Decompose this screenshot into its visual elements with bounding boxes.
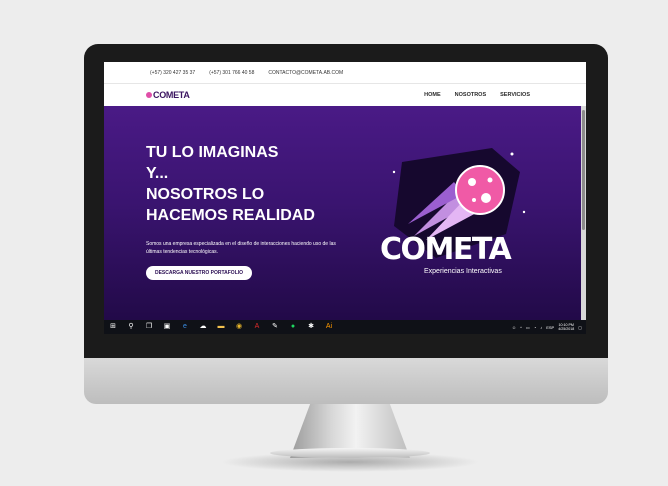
clock-date: 4/25/2018 xyxy=(558,327,575,331)
store-icon[interactable]: ▣ xyxy=(163,323,171,331)
download-portfolio-button[interactable]: DESCARGA NUESTRO PORTAFOLIO xyxy=(146,266,252,280)
site-logo-text: COMETA xyxy=(153,90,190,100)
spotify-icon[interactable]: ● xyxy=(289,323,297,331)
battery-icon[interactable]: ▭ xyxy=(526,325,530,330)
file-explorer-icon[interactable]: ▬ xyxy=(217,323,225,331)
language-indicator[interactable]: ESP xyxy=(546,325,554,330)
acrobat-icon[interactable]: A xyxy=(253,323,261,331)
illustrator-icon[interactable]: Ai xyxy=(325,323,333,331)
nav-link-nosotros[interactable]: NOSOTROS xyxy=(455,92,486,98)
hero-title: TU LO IMAGINAS Y... NOSOTROS LO HACEMOS … xyxy=(146,142,336,226)
contact-bar: (+57) 320 427 35 37 (+57) 301 766 40 58 … xyxy=(104,62,586,84)
chevron-up-icon[interactable]: ^ xyxy=(520,325,522,330)
brand-wordmark: COMETA xyxy=(380,232,512,267)
hero-title-line-2: Y... xyxy=(146,165,169,182)
contact-phone-1[interactable]: (+57) 320 427 35 37 xyxy=(150,70,195,76)
hero-title-line-3: NOSOTROS LO xyxy=(146,186,265,203)
hero-section: TU LO IMAGINAS Y... NOSOTROS LO HACEMOS … xyxy=(104,106,581,320)
notifications-icon[interactable]: ▢ xyxy=(578,325,582,330)
nav-link-servicios[interactable]: SERVICIOS xyxy=(500,92,530,98)
contact-phone-2[interactable]: (+57) 301 766 40 58 xyxy=(209,70,254,76)
cloud-icon[interactable]: ☁ xyxy=(199,323,207,331)
page-scrollbar-thumb[interactable] xyxy=(582,110,585,230)
site-logo[interactable]: COMETA xyxy=(146,89,190,101)
edge-browser-icon[interactable]: e xyxy=(181,323,189,331)
wifi-icon[interactable]: ◔ xyxy=(534,325,536,330)
volume-icon[interactable]: ♪ xyxy=(540,325,542,330)
hero-title-line-4: HACEMOS REALIDAD xyxy=(146,207,315,224)
brand-subtitle: Experiencias Interactivas xyxy=(424,268,502,275)
task-view-icon[interactable]: ❐ xyxy=(145,323,153,331)
paint-icon[interactable]: ✎ xyxy=(271,323,279,331)
people-icon[interactable]: ☺ xyxy=(512,325,516,330)
search-icon[interactable]: ⚲ xyxy=(127,323,135,331)
windows-taskbar: ⊞ ⚲ ❐ ▣ e ☁ ▬ ◉ A ✎ ● ✱ Ai ☺ ^ ▭ ◔ ♪ ESP… xyxy=(104,320,586,334)
contact-email[interactable]: CONTACTO@COMETA.AB.COM xyxy=(268,70,343,76)
main-navbar: COMETA HOME NOSOTROS SERVICIOS xyxy=(104,84,586,106)
nav-links: HOME NOSOTROS SERVICIOS xyxy=(424,84,530,106)
system-tray: ☺ ^ ▭ ◔ ♪ ESP 10:10 PM 4/25/2018 ▢ xyxy=(512,320,582,334)
settings-icon[interactable]: ✱ xyxy=(307,323,315,331)
hero-title-line-1: TU LO IMAGINAS xyxy=(146,144,279,161)
nav-link-home[interactable]: HOME xyxy=(424,92,441,98)
monitor-screen: (+57) 320 427 35 37 (+57) 301 766 40 58 … xyxy=(104,62,586,334)
windows-start-icon[interactable]: ⊞ xyxy=(109,323,117,331)
chrome-icon[interactable]: ◉ xyxy=(235,323,243,331)
comet-logo-icon xyxy=(146,92,152,98)
monitor-chin xyxy=(84,358,608,404)
taskbar-clock[interactable]: 10:10 PM 4/25/2018 xyxy=(558,323,574,332)
hero-description: Somos una empresa especializada en el di… xyxy=(146,241,336,255)
monitor-stand-base xyxy=(270,448,430,458)
